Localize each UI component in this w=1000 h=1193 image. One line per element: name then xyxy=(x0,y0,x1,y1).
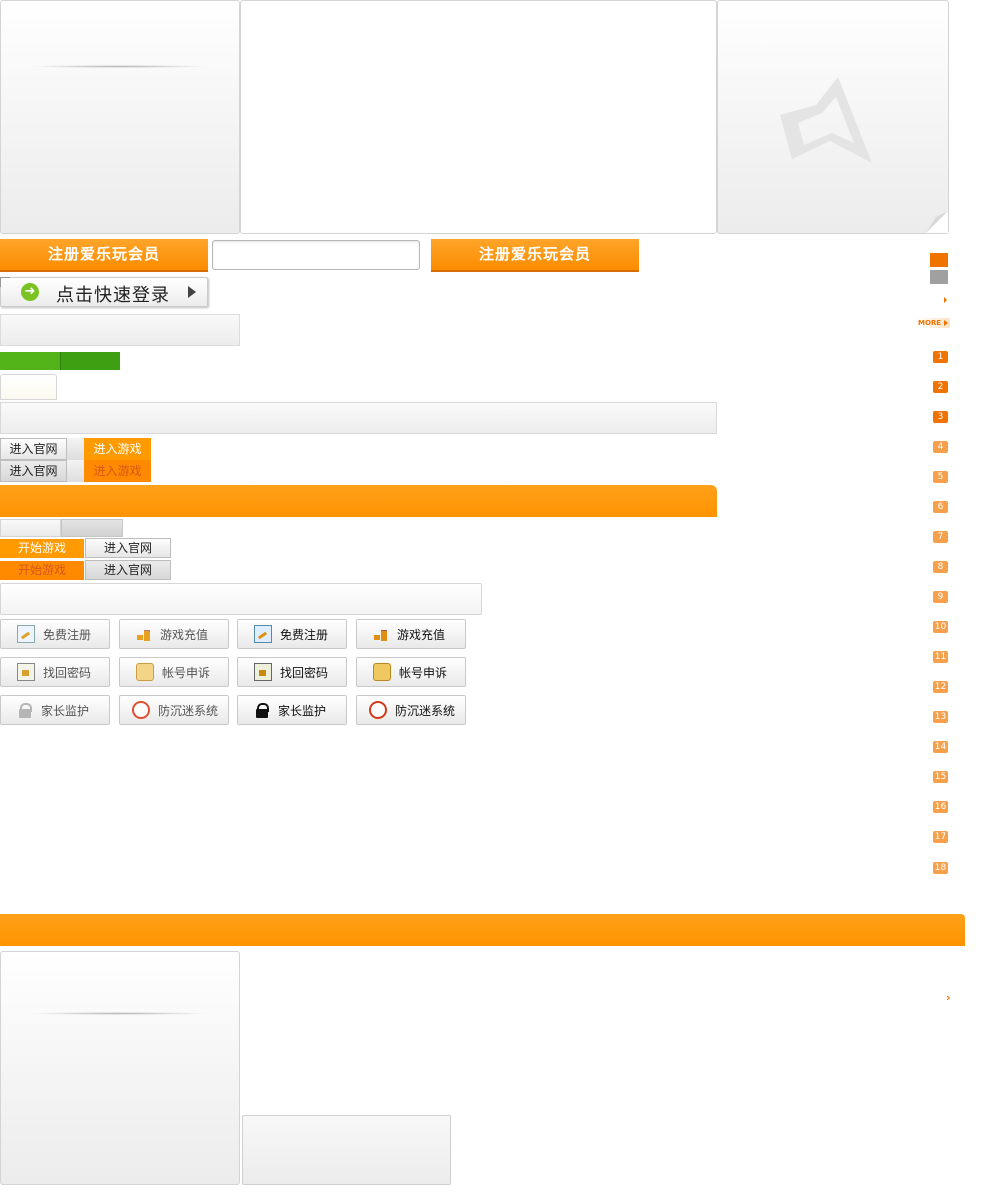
rank-badge: 12 xyxy=(933,681,948,693)
rank-badge: 15 xyxy=(933,771,948,783)
panel-divider xyxy=(29,65,209,68)
button-separator xyxy=(67,438,84,460)
rank-badge: 10 xyxy=(933,621,948,633)
parental-label: 家长监护 xyxy=(278,703,327,718)
logo-mark-icon xyxy=(780,77,872,163)
section-header-bar xyxy=(0,485,717,517)
password-doc-icon xyxy=(254,663,272,681)
free-register-label: 免费注册 xyxy=(280,627,329,642)
text-input[interactable] xyxy=(212,240,420,270)
anti-addiction-label: 防沉迷系统 xyxy=(158,703,219,718)
parental-label: 家长监护 xyxy=(41,703,90,718)
green-progress-bar xyxy=(0,352,120,370)
find-password-label: 找回密码 xyxy=(43,665,92,680)
quick-login-label: 点击快速登录 xyxy=(56,285,170,306)
start-game-button[interactable]: 开始游戏 xyxy=(0,539,84,558)
rank-badge: 6 xyxy=(933,501,948,513)
tab-1[interactable] xyxy=(0,519,61,537)
recharge-label: 游戏充值 xyxy=(397,627,446,642)
play-triangle-icon xyxy=(188,286,196,298)
page-curl-icon xyxy=(926,211,948,233)
register-button-alt[interactable]: 注册爱乐玩会员 xyxy=(431,239,639,272)
rank-badge: 16 xyxy=(933,801,948,813)
free-register-button-active[interactable]: 免费注册 xyxy=(237,619,347,649)
coins-icon xyxy=(373,626,389,642)
parental-button[interactable]: 家长监护 xyxy=(0,695,110,725)
arrow-right-circle-icon: ➜ xyxy=(21,283,39,301)
enter-site-button-hover[interactable]: 进入官网 xyxy=(0,460,67,482)
button-separator xyxy=(67,460,84,482)
alarm-clock-icon xyxy=(132,701,150,719)
password-doc-icon xyxy=(17,663,35,681)
enter-site-button-2-hover[interactable]: 进入官网 xyxy=(85,560,171,580)
recharge-button-active[interactable]: 游戏充值 xyxy=(356,619,466,649)
rank-badge: 11 xyxy=(933,651,948,663)
chevron-right-icon[interactable]: › xyxy=(946,991,951,1004)
lock-icon xyxy=(254,702,270,718)
more-arrow-icon xyxy=(944,320,948,326)
rank-badge: 1 xyxy=(933,351,948,363)
enter-game-button-hover[interactable]: 进入游戏 xyxy=(84,460,151,482)
more-link[interactable]: MORE xyxy=(914,318,950,328)
scroll-icon xyxy=(373,663,391,681)
left-panel xyxy=(0,0,240,234)
center-panel xyxy=(240,0,717,234)
empty-box xyxy=(0,583,482,615)
wide-gray-bar xyxy=(0,402,717,434)
find-password-button-active[interactable]: 找回密码 xyxy=(237,657,347,687)
account-appeal-label: 帐号申诉 xyxy=(399,665,448,680)
rank-badge: 14 xyxy=(933,741,948,753)
quick-login-button[interactable]: ➜ 点击快速登录 xyxy=(0,277,208,307)
alarm-clock-icon xyxy=(369,701,387,719)
find-password-label: 找回密码 xyxy=(280,665,329,680)
rank-badge: 8 xyxy=(933,561,948,573)
panel-divider xyxy=(29,1012,209,1015)
recharge-button[interactable]: 游戏充值 xyxy=(119,619,229,649)
anti-addiction-button-active[interactable]: 防沉迷系统 xyxy=(356,695,466,725)
bottom-gray-box xyxy=(242,1115,451,1185)
account-appeal-button[interactable]: 帐号申诉 xyxy=(119,657,229,687)
bottom-left-panel xyxy=(0,951,240,1185)
more-label: MORE xyxy=(918,319,942,327)
enter-site-button-2[interactable]: 进入官网 xyxy=(85,538,171,558)
right-panel xyxy=(717,0,949,234)
rank-badge: 4 xyxy=(933,441,948,453)
rank-badge: 7 xyxy=(933,531,948,543)
wide-header-bar xyxy=(0,914,965,946)
enter-site-button[interactable]: 进入官网 xyxy=(0,438,67,460)
enter-game-button[interactable]: 进入游戏 xyxy=(84,438,151,460)
anti-addiction-label: 防沉迷系统 xyxy=(395,703,456,718)
lock-icon xyxy=(17,702,33,718)
rank-badge: 17 xyxy=(933,831,948,843)
coins-icon xyxy=(136,626,152,642)
rank-badge: 2 xyxy=(933,381,948,393)
rank-badge: 18 xyxy=(933,862,948,874)
rank-badge: 3 xyxy=(933,411,948,423)
register-doc-icon xyxy=(17,625,35,643)
corner-mark-icon xyxy=(0,277,10,287)
free-register-button[interactable]: 免费注册 xyxy=(0,619,110,649)
scroll-icon xyxy=(136,663,154,681)
register-button[interactable]: 注册爱乐玩会员 xyxy=(0,239,208,272)
orange-square xyxy=(930,253,948,267)
rank-badge: 5 xyxy=(933,471,948,483)
gray-bar xyxy=(0,314,240,346)
anti-addiction-button[interactable]: 防沉迷系统 xyxy=(119,695,229,725)
account-appeal-button-active[interactable]: 帐号申诉 xyxy=(356,657,466,687)
recharge-label: 游戏充值 xyxy=(160,627,209,642)
account-appeal-label: 帐号申诉 xyxy=(162,665,211,680)
register-doc-icon xyxy=(254,625,272,643)
small-tab[interactable] xyxy=(0,374,57,400)
rank-badge: 13 xyxy=(933,711,948,723)
find-password-button[interactable]: 找回密码 xyxy=(0,657,110,687)
rank-badge: 9 xyxy=(933,591,948,603)
parental-button-active[interactable]: 家长监护 xyxy=(237,695,347,725)
tab-2[interactable] xyxy=(61,519,123,537)
gray-square xyxy=(930,270,948,284)
start-game-button-hover[interactable]: 开始游戏 xyxy=(0,561,84,580)
arrow-small-icon[interactable] xyxy=(944,297,947,303)
free-register-label: 免费注册 xyxy=(43,627,92,642)
